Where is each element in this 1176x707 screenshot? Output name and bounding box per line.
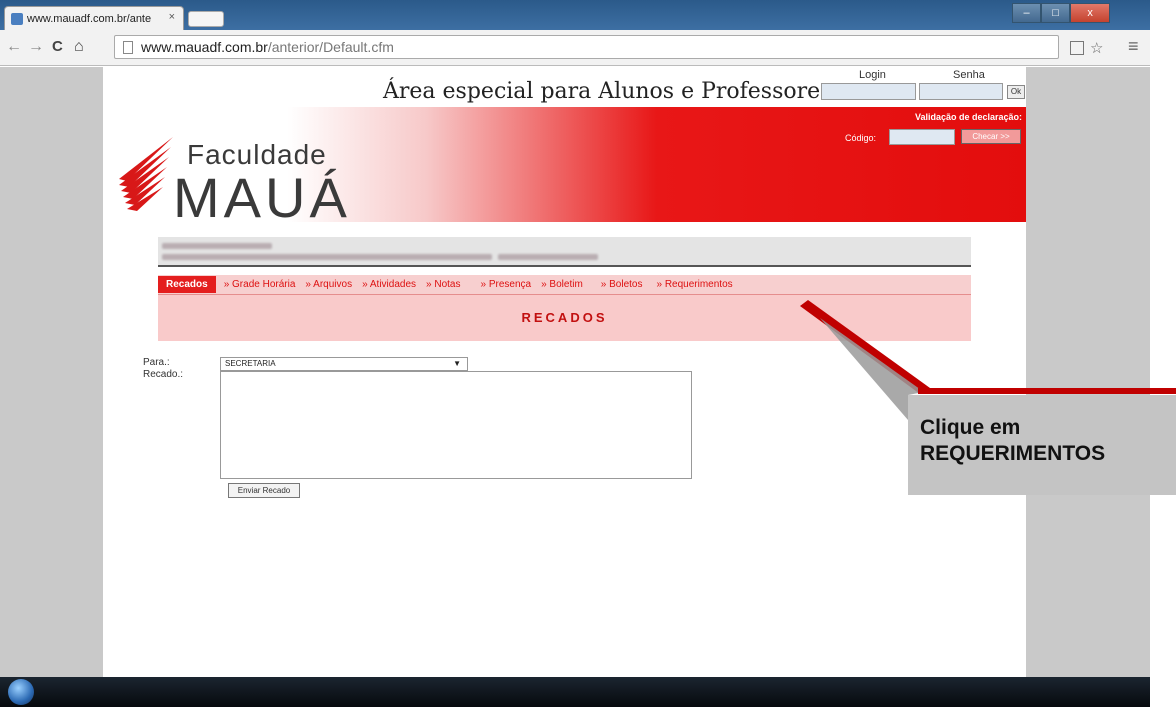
enviar-recado-button[interactable]: Enviar Recado [228,483,300,498]
nav-notas[interactable]: » Notas [426,279,460,290]
nav-requerimentos[interactable]: » Requerimentos [656,279,732,290]
window-controls: – □ x [1012,3,1110,23]
browser-tab[interactable]: www.mauadf.com.br/ante × [4,6,184,30]
validacao-label: Validação de declaração: [914,112,1022,122]
nav-presenca[interactable]: » Presença [481,279,532,290]
home-icon[interactable]: ⌂ [74,38,84,56]
start-button[interactable] [8,679,34,705]
student-name-redacted [162,243,272,249]
back-icon[interactable]: ← [6,38,22,56]
page-content: Área especial para Alunos e Professores … [103,67,1026,677]
nav-arquivos[interactable]: » Arquivos [305,279,352,290]
recado-textarea[interactable] [220,371,692,479]
page-viewport: Área especial para Alunos e Professores … [0,67,1150,677]
bookmark-star-icon[interactable]: ☆ [1090,39,1103,57]
browser-toolbar: ← → C ⌂ www.mauadf.com.br/anterior/Defau… [0,30,1150,66]
senha-input[interactable] [919,83,1003,100]
faculdade-maua-logo: Faculdade MAUÁ [115,127,355,229]
address-bar[interactable]: www.mauadf.com.br/anterior/Default.cfm [114,35,1059,59]
main-nav: Recados » Grade Horária » Arquivos » Ati… [158,275,971,295]
nav-atividades[interactable]: » Atividades [362,279,416,290]
codigo-label: Código: [845,133,877,143]
para-select[interactable]: SECRETARIA ▼ [220,357,468,371]
student-info-bar [158,237,971,267]
nav-grade-horaria[interactable]: » Grade Horária [224,279,296,290]
screenshot-frame: www.mauadf.com.br/ante × – □ x ← → C ⌂ w… [0,0,1176,707]
browser-titlebar: www.mauadf.com.br/ante × – □ x [0,0,1150,30]
para-label: Para.: [143,357,170,368]
url-domain: www.mauadf.com.br [141,39,268,55]
login-label: Login [859,69,886,81]
nav-boletim[interactable]: » Boletim [541,279,583,290]
forward-icon[interactable]: → [28,38,44,56]
close-window-button[interactable]: x [1070,3,1110,23]
nav-boletos[interactable]: » Boletos [601,279,643,290]
os-taskbar [0,677,1150,707]
callout-line1: Clique em [920,416,1021,439]
reload-icon[interactable]: C [52,38,63,55]
tab-close-icon[interactable]: × [169,11,175,23]
ok-button[interactable]: Ok [1007,85,1025,99]
maximize-button[interactable]: □ [1041,3,1071,23]
student-course-redacted [162,254,492,260]
favicon-icon [11,13,23,25]
para-selected-value: SECRETARIA [225,359,276,368]
url-path: /anterior/Default.cfm [267,39,394,55]
callout-line2: REQUERIMENTOS [920,442,1106,465]
menu-icon[interactable]: ≡ [1128,36,1139,57]
senha-label: Senha [953,69,985,81]
login-input[interactable] [821,83,916,100]
login-box: Login Senha Ok [821,69,1026,105]
page-icon [123,41,133,54]
logo-line2: MAUÁ [173,166,351,229]
student-shift-redacted [498,254,598,260]
extension-icon[interactable] [1070,41,1084,55]
codigo-input[interactable] [889,129,955,145]
minimize-button[interactable]: – [1012,3,1042,23]
header-banner: Faculdade MAUÁ Validação de declaração: … [103,107,1026,229]
page-heading: Área especial para Alunos e Professores [383,79,832,104]
section-title: RECADOS [158,295,971,341]
dropdown-arrow-icon: ▼ [453,359,461,368]
nav-recados[interactable]: Recados [158,276,216,293]
checar-button[interactable]: Checar >> [961,129,1021,144]
tab-title: www.mauadf.com.br/ante [27,12,152,25]
instruction-callout: Clique em REQUERIMENTOS [908,395,1176,495]
recado-label: Recado.: [143,369,184,380]
new-tab-button[interactable] [188,11,224,27]
